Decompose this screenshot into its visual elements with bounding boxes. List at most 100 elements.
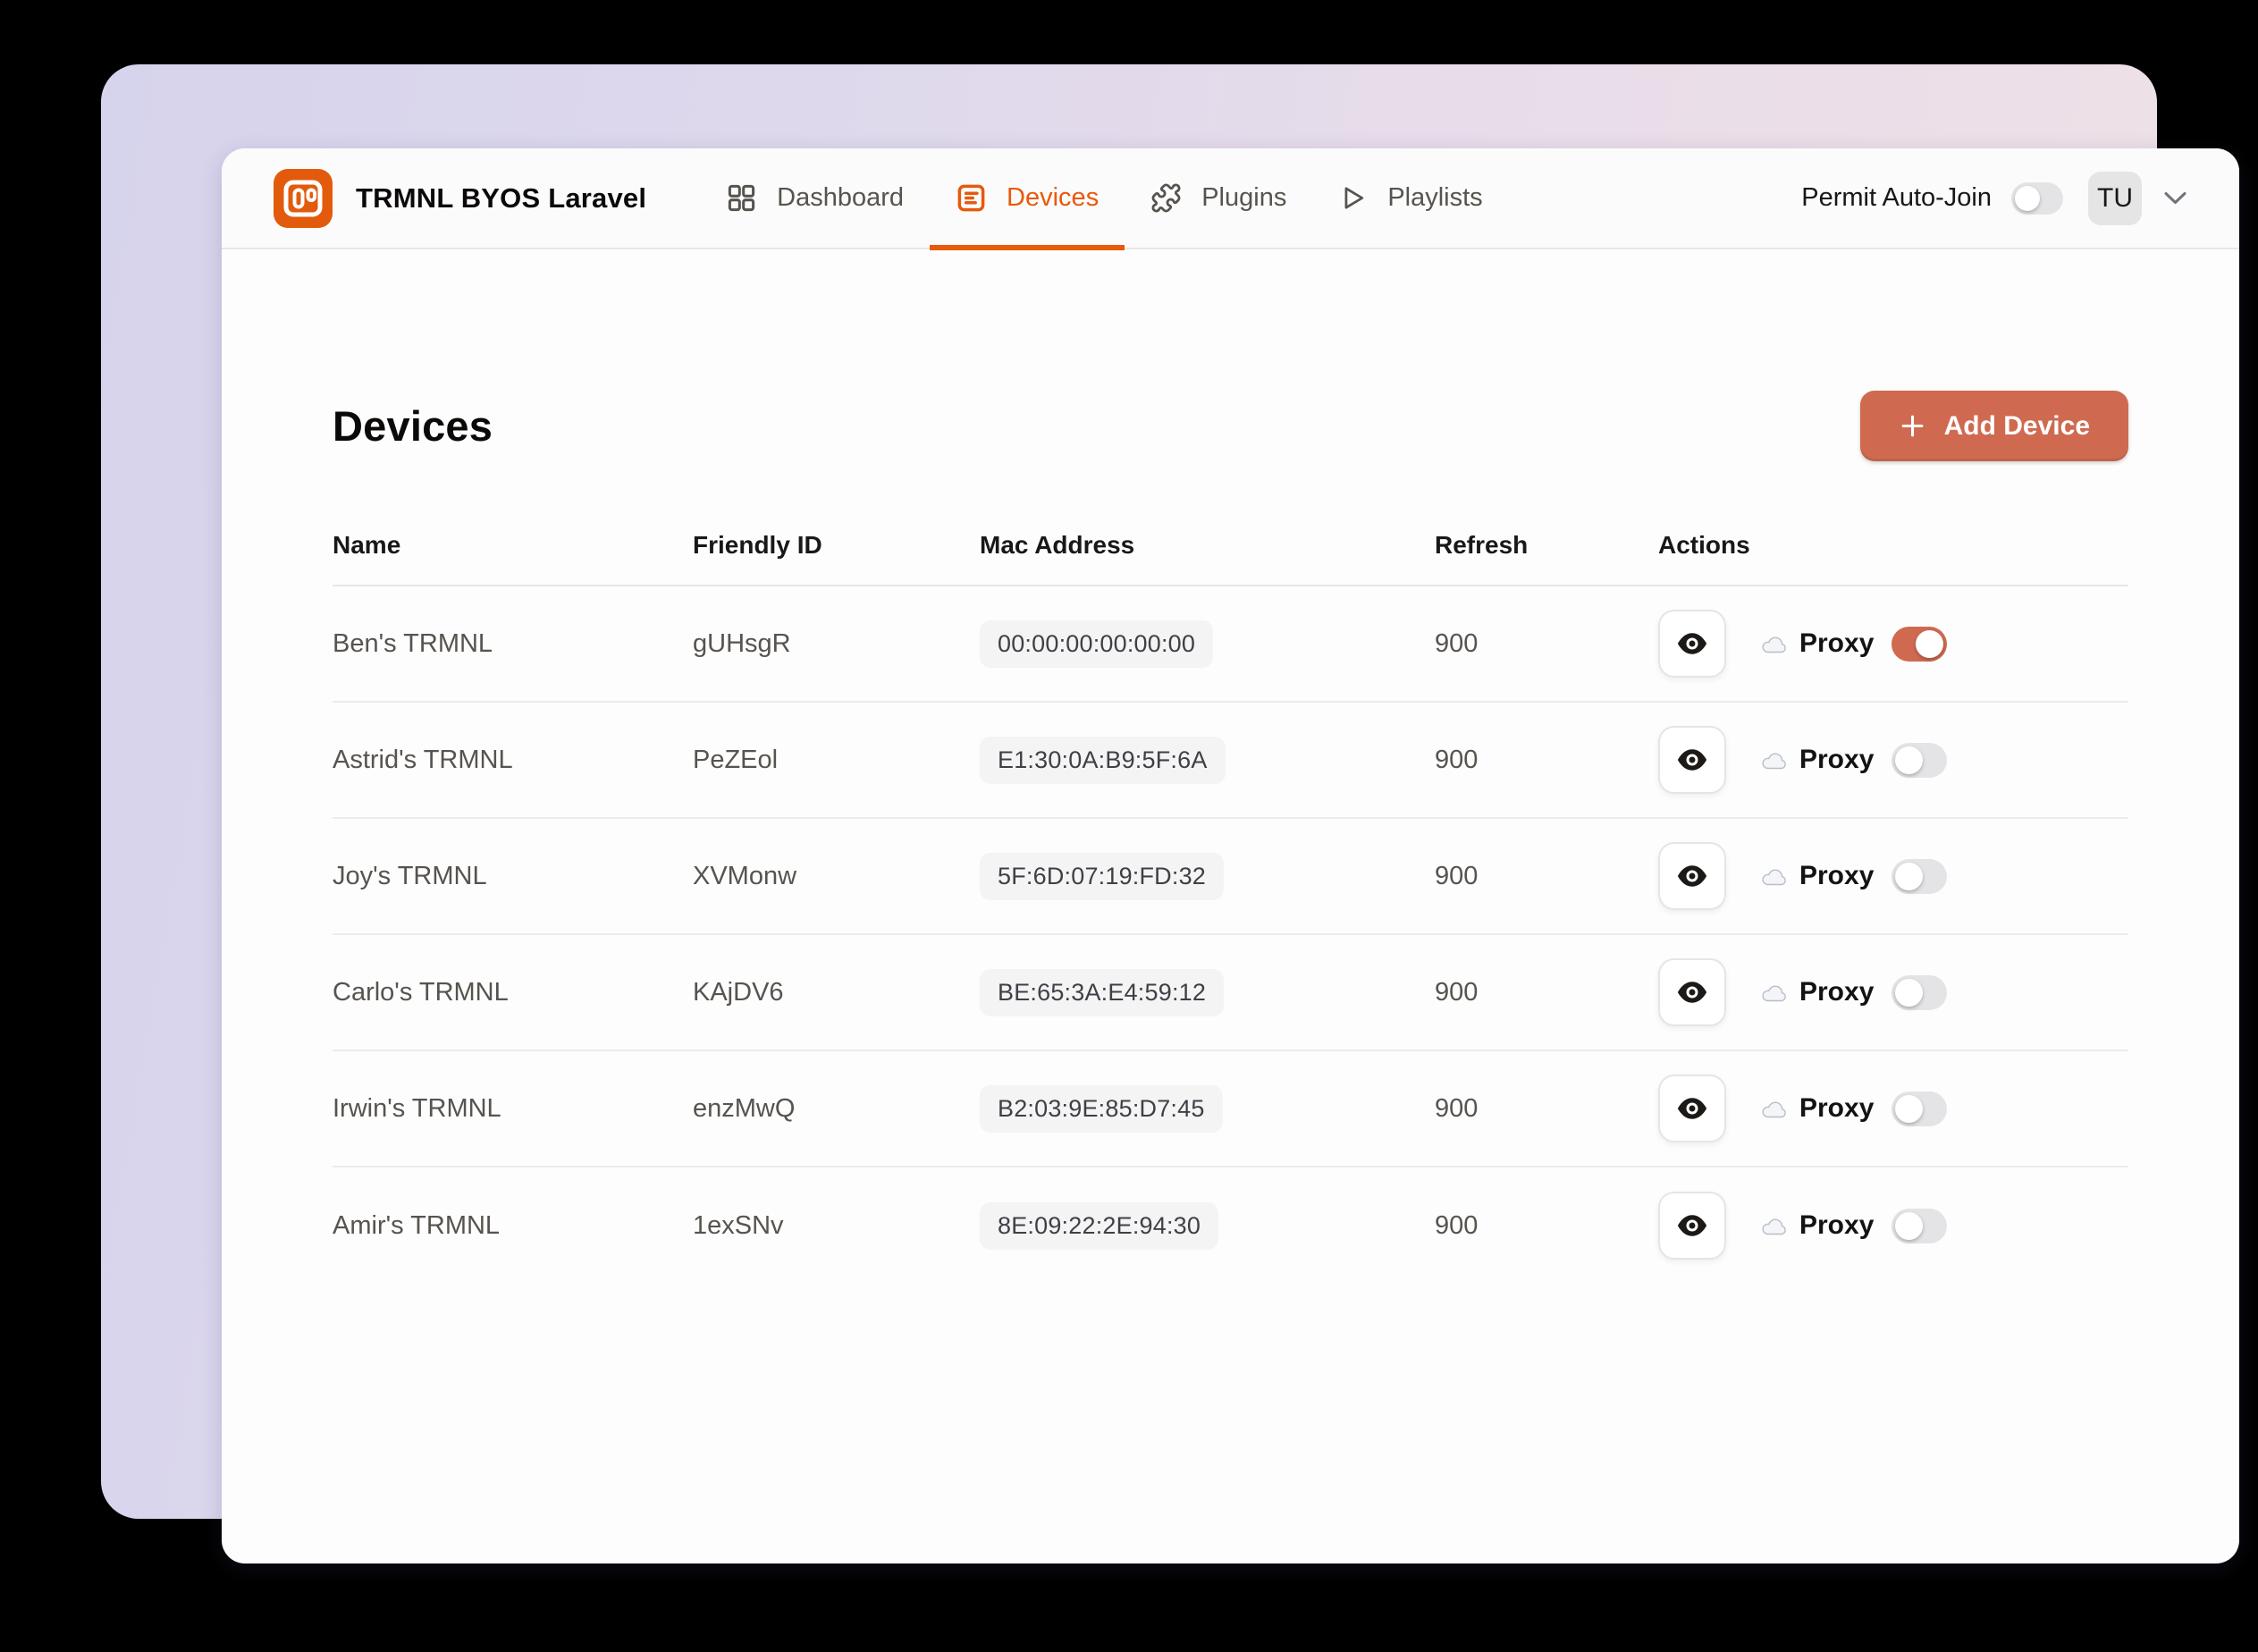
proxy-label: Proxy [1799, 861, 1875, 890]
proxy-toggle[interactable] [1891, 1208, 1948, 1243]
app-bar: TRMNL BYOS Laravel Dashboard Devices Plu… [222, 148, 2239, 250]
proxy-toggle[interactable] [1891, 742, 1948, 778]
add-device-label: Add Device [1943, 410, 2090, 441]
devices-table: Name Friendly ID Mac Address Refresh Act… [333, 531, 2128, 1284]
column-header-refresh: Refresh [1435, 531, 1529, 559]
device-name: Astrid's TRMNL [333, 745, 513, 774]
toggle-knob [1895, 862, 1924, 890]
table-row: Irwin's TRMNL enzMwQ B2:03:9E:85:D7:45 9… [333, 1051, 2128, 1167]
proxy-label: Proxy [1799, 745, 1875, 774]
view-device-button[interactable] [1658, 842, 1726, 910]
proxy-label: Proxy [1799, 1210, 1875, 1240]
tab-dashboard[interactable]: Dashboard [700, 148, 930, 249]
add-device-button[interactable]: Add Device [1859, 391, 2128, 461]
table-header-row: Name Friendly ID Mac Address Refresh Act… [333, 531, 2128, 586]
app-title: TRMNL BYOS Laravel [356, 181, 647, 214]
mac-address-badge: E1:30:0A:B9:5F:6A [980, 736, 1226, 784]
toggle-knob [2015, 185, 2040, 211]
tab-playlists[interactable]: Playlists [1312, 148, 1508, 249]
eye-icon [1677, 1215, 1707, 1236]
mac-address-badge: B2:03:9E:85:D7:45 [980, 1084, 1223, 1133]
eye-icon [1677, 749, 1707, 771]
device-friendly-id: XVMonw [693, 861, 797, 890]
column-header-name: Name [333, 531, 401, 559]
device-actions: Proxy [1658, 1192, 2128, 1260]
app-window: TRMNL BYOS Laravel Dashboard Devices Plu… [222, 148, 2239, 1564]
eye-icon [1677, 633, 1707, 654]
app-logo-link[interactable]: TRMNL BYOS Laravel [274, 168, 647, 228]
device-friendly-id: KAjDV6 [693, 977, 784, 1007]
window-frame: TRMNL BYOS Laravel Dashboard Devices Plu… [101, 64, 2239, 1564]
tab-devices[interactable]: Devices [930, 148, 1125, 250]
cloud-icon [1759, 749, 1789, 771]
device-refresh: 900 [1435, 628, 1479, 658]
column-header-friendly-id: Friendly ID [693, 531, 822, 559]
tab-label: Dashboard [777, 183, 905, 212]
mac-address-badge: 8E:09:22:2E:94:30 [980, 1201, 1219, 1250]
device-refresh: 900 [1435, 1210, 1479, 1240]
proxy-group: Proxy [1759, 974, 1948, 1010]
column-header-actions: Actions [1658, 531, 1750, 559]
toggle-knob [1895, 1211, 1924, 1240]
view-device-button[interactable] [1658, 1075, 1726, 1142]
eye-icon [1677, 1098, 1707, 1119]
device-actions: Proxy [1658, 958, 2128, 1026]
view-device-button[interactable] [1658, 610, 1726, 678]
permit-auto-join-label: Permit Auto-Join [1801, 183, 1992, 212]
eye-icon [1677, 865, 1707, 887]
column-header-mac-address: Mac Address [980, 531, 1135, 559]
puzzle-icon [1151, 183, 1181, 213]
proxy-toggle[interactable] [1891, 974, 1948, 1010]
device-name: Carlo's TRMNL [333, 977, 509, 1007]
page-title: Devices [333, 402, 493, 450]
view-device-button[interactable] [1658, 726, 1726, 794]
mac-address-badge: 00:00:00:00:00:00 [980, 620, 1214, 668]
tab-label: Plugins [1201, 183, 1287, 212]
device-name: Joy's TRMNL [333, 861, 487, 890]
toggle-knob [1916, 629, 1944, 658]
proxy-label: Proxy [1799, 628, 1875, 658]
mac-address-badge: BE:65:3A:E4:59:12 [980, 968, 1225, 1016]
proxy-label: Proxy [1799, 977, 1875, 1007]
view-device-button[interactable] [1658, 1192, 1726, 1260]
device-actions: Proxy [1658, 1075, 2128, 1142]
mac-address-badge: 5F:6D:07:19:FD:32 [980, 852, 1225, 900]
device-friendly-id: gUHsgR [693, 628, 791, 658]
toggle-knob [1895, 746, 1924, 774]
cloud-icon [1759, 865, 1789, 887]
main-content: Devices Add Device Name Friendly ID Mac … [222, 391, 2239, 1284]
proxy-group: Proxy [1759, 626, 1948, 662]
grid-icon [729, 184, 755, 212]
proxy-group: Proxy [1759, 858, 1948, 894]
play-icon [1344, 187, 1364, 209]
table-body: Ben's TRMNL gUHsgR 00:00:00:00:00:00 900… [333, 586, 2128, 1284]
device-name: Irwin's TRMNL [333, 1093, 501, 1123]
device-actions: Proxy [1658, 610, 2128, 678]
cloud-icon [1759, 982, 1789, 1003]
table-row: Carlo's TRMNL KAjDV6 BE:65:3A:E4:59:12 9… [333, 935, 2128, 1051]
trmnl-logo-icon [274, 168, 333, 228]
main-nav: Dashboard Devices Plugins Playlists [700, 148, 1509, 250]
device-friendly-id: PeZEol [693, 745, 779, 774]
toggle-knob [1895, 978, 1924, 1007]
app-bar-right: Permit Auto-Join TU [1801, 171, 2187, 225]
device-name: Amir's TRMNL [333, 1210, 501, 1240]
device-refresh: 900 [1435, 745, 1479, 774]
chevron-down-icon[interactable] [2163, 190, 2187, 206]
plus-icon [1901, 415, 1923, 437]
proxy-group: Proxy [1759, 1208, 1948, 1243]
proxy-group: Proxy [1759, 742, 1948, 778]
tab-label: Devices [1007, 183, 1100, 212]
tab-plugins[interactable]: Plugins [1125, 148, 1312, 249]
view-device-button[interactable] [1658, 958, 1726, 1026]
proxy-toggle[interactable] [1891, 1091, 1948, 1126]
cloud-icon [1759, 1215, 1789, 1236]
permit-auto-join-toggle[interactable] [2011, 181, 2063, 215]
proxy-toggle[interactable] [1891, 858, 1948, 894]
proxy-toggle[interactable] [1891, 626, 1948, 662]
device-actions: Proxy [1658, 842, 2128, 910]
list-icon [957, 184, 985, 212]
proxy-label: Proxy [1799, 1093, 1875, 1123]
cloud-icon [1759, 633, 1789, 654]
user-avatar[interactable]: TU [2088, 171, 2142, 225]
